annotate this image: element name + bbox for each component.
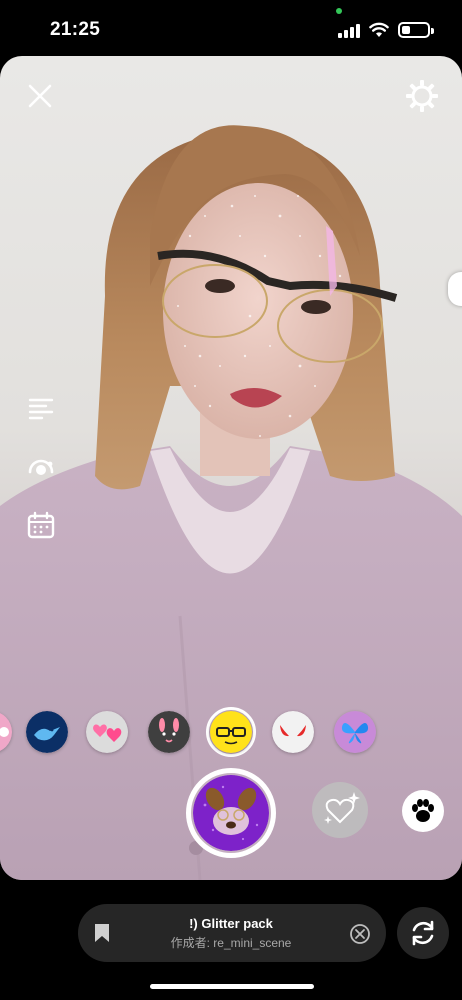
close-icon	[28, 84, 52, 108]
text-lines-icon	[28, 398, 54, 420]
status-time: 21:25	[50, 19, 101, 40]
effect-bunny-face[interactable]	[148, 711, 190, 753]
zoom-slider-handle[interactable]	[448, 272, 462, 306]
bookmark-icon[interactable]	[94, 923, 110, 943]
blue-butterfly-icon	[334, 711, 376, 753]
calendar-icon	[27, 511, 55, 539]
flip-camera-button[interactable]	[397, 907, 449, 959]
boomerang-button[interactable]	[24, 450, 58, 484]
next-effect-button[interactable]	[312, 782, 368, 838]
camera-preview[interactable]	[0, 56, 462, 880]
paw-effect-button[interactable]	[402, 790, 444, 832]
text-tool-button[interactable]	[24, 392, 58, 426]
home-indicator[interactable]	[150, 984, 314, 989]
pink-hearts-icon	[86, 711, 128, 753]
camera-in-use-dot	[336, 8, 342, 14]
effect-devil-horns[interactable]	[272, 711, 314, 753]
wifi-icon	[369, 22, 389, 37]
battery-level	[402, 26, 410, 34]
flip-camera-icon	[412, 920, 434, 946]
paw-icon	[412, 799, 434, 822]
battery-icon	[398, 22, 434, 38]
boomerang-icon	[28, 459, 54, 475]
yellow-glasses-face-icon	[210, 711, 252, 753]
effect-blue-butterfly[interactable]	[334, 711, 376, 753]
effect-name: !) Glitter pack	[189, 916, 273, 931]
bunny-face-icon	[148, 711, 190, 753]
schedule-button[interactable]	[24, 508, 58, 542]
effect-blue-bird[interactable]	[26, 711, 68, 753]
effect-yellow-glasses-face[interactable]	[210, 711, 252, 753]
effect-author: 作成者: re_mini_scene	[170, 936, 292, 950]
settings-button[interactable]	[404, 78, 440, 114]
devil-horns-icon	[272, 711, 314, 753]
sparkle-heart-icon	[324, 792, 360, 824]
close-button[interactable]	[22, 78, 58, 114]
blue-bird-icon	[26, 711, 68, 753]
effect-info-pill[interactable]: !) Glitter pack 作成者: re_mini_scene	[78, 904, 386, 962]
effect-pink-hearts[interactable]	[86, 711, 128, 753]
gear-icon	[406, 80, 438, 112]
status-bar: 21:25	[0, 0, 462, 56]
dog-ears-glitter-icon	[193, 775, 269, 851]
signal-icon	[338, 24, 362, 38]
capture-button[interactable]	[193, 775, 269, 851]
close-circle-icon[interactable]	[349, 923, 371, 945]
